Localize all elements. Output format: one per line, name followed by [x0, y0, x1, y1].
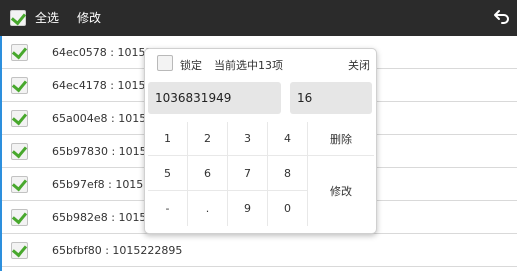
list-item-text: 65b97ef8 : 10152	[52, 178, 151, 191]
row-checkbox[interactable]	[11, 208, 28, 226]
list-item-text: 65bfbf80 : 1015222895	[52, 244, 183, 257]
size-field[interactable]	[290, 82, 372, 114]
checkmark-icon	[10, 9, 27, 26]
key-8[interactable]: 8	[268, 156, 308, 191]
key-1[interactable]: 1	[148, 122, 188, 156]
key-7[interactable]: 7	[228, 156, 268, 191]
top-action-bar: 全选 修改	[0, 0, 517, 36]
lock-checkbox[interactable]	[157, 55, 173, 71]
edit-dialog: 锁定 当前选中13项 关闭 1 2 3 4 删除 5 6 7 8 修改 - . …	[144, 48, 377, 234]
row-checkbox[interactable]	[11, 109, 28, 127]
key-4[interactable]: 4	[268, 122, 308, 156]
row-checkbox[interactable]	[11, 76, 28, 94]
checkmark-icon	[11, 109, 28, 126]
checkmark-icon	[11, 175, 28, 192]
key-6[interactable]: 6	[188, 156, 228, 191]
key-minus[interactable]: -	[148, 191, 188, 226]
checkmark-icon	[11, 142, 28, 159]
key-0[interactable]: 0	[268, 191, 308, 226]
checkmark-icon	[11, 76, 28, 93]
list-item-text: 64ec4178 : 10152	[52, 79, 153, 92]
edit-button[interactable]: 修改	[77, 11, 101, 25]
close-button[interactable]: 关闭	[348, 57, 370, 73]
select-all-checkbox[interactable]	[10, 9, 27, 26]
size-field-container	[290, 82, 372, 114]
keypad: 1 2 3 4 删除 5 6 7 8 修改 - . 9 0	[148, 122, 374, 228]
checkmark-icon	[11, 43, 28, 60]
list-item-text: 65b97830 : 10152	[52, 145, 154, 158]
checkmark-icon	[11, 208, 28, 225]
row-checkbox[interactable]	[11, 43, 28, 61]
list-item-text: 64ec0578 : 10152	[52, 46, 153, 59]
key-2[interactable]: 2	[188, 122, 228, 156]
list-item-text: 65a004e8 : 10152	[52, 112, 154, 125]
key-dot[interactable]: .	[188, 191, 228, 226]
list-item-text: 65b982e8 : 10152	[52, 211, 154, 224]
selection-count-text: 当前选中13项	[214, 59, 283, 72]
select-all-label[interactable]: 全选	[35, 11, 59, 25]
key-3[interactable]: 3	[228, 122, 268, 156]
value-field-container	[148, 82, 281, 114]
row-checkbox[interactable]	[11, 142, 28, 160]
list-item[interactable]: 65bfbf80 : 1015222895	[2, 234, 517, 267]
back-arrow-icon[interactable]	[493, 8, 511, 26]
delete-button[interactable]: 删除	[308, 122, 374, 156]
checkmark-icon	[11, 241, 28, 258]
lock-label: 锁定	[180, 59, 202, 72]
key-9[interactable]: 9	[228, 191, 268, 226]
row-checkbox[interactable]	[11, 241, 28, 259]
value-field[interactable]	[148, 82, 281, 114]
modify-button[interactable]: 修改	[308, 156, 374, 226]
row-checkbox[interactable]	[11, 175, 28, 193]
key-5[interactable]: 5	[148, 156, 188, 191]
